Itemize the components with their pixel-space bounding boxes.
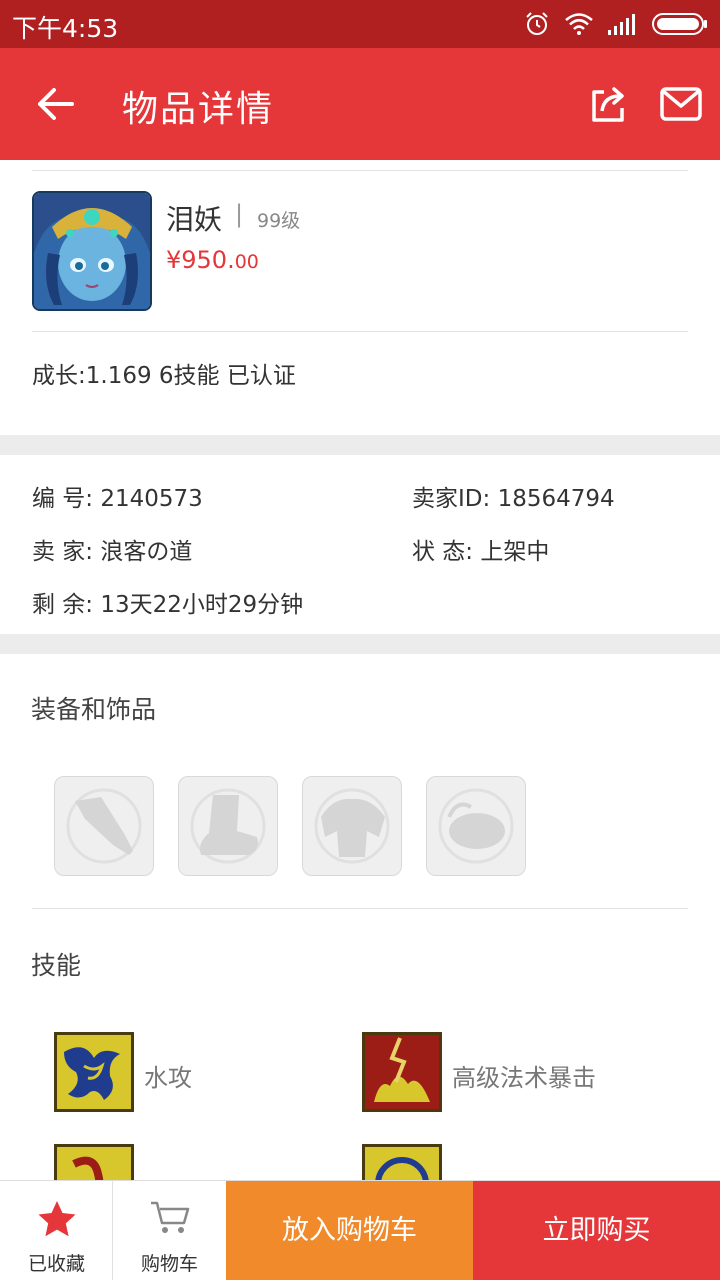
share-icon[interactable] <box>588 84 628 124</box>
price-decimal: 00 <box>234 251 259 273</box>
accessory-slot[interactable] <box>426 776 526 876</box>
boots-slot-icon <box>190 788 266 864</box>
skills-title: 技能 <box>31 951 82 980</box>
water-attack-skill-icon[interactable] <box>54 1032 134 1112</box>
detail-seller: 卖 家: 浪客の道 <box>32 532 192 566</box>
cart-icon <box>151 1201 190 1233</box>
detail-remaining: 剩 余: 13天22小时29分钟 <box>32 585 303 619</box>
detail-status: 状 态: 上架中 <box>412 532 549 566</box>
buy-now-button[interactable]: 立即购买 <box>473 1181 720 1280</box>
battery-icon <box>652 13 707 35</box>
status-bar: 下午4:53 <box>0 0 720 48</box>
back-arrow-icon[interactable] <box>36 86 76 122</box>
growth-line: 成长:1.169 6技能 已认证 <box>32 363 296 389</box>
accessory-slot-icon <box>438 788 514 864</box>
weapon-slot-icon <box>66 788 142 864</box>
price: ¥950.00 <box>166 246 259 274</box>
bottom-action-bar: 已收藏 购物车 放入购物车 立即购买 <box>0 1180 720 1280</box>
pet-level: 99级 <box>257 210 301 232</box>
skill-label: 水攻 <box>144 1064 192 1092</box>
pet-avatar <box>32 191 152 311</box>
detail-seller-id-value: 18564794 <box>497 486 615 512</box>
detail-remaining-value: 13天22小时29分钟 <box>100 592 304 618</box>
detail-status-value: 上架中 <box>480 539 550 565</box>
detail-remaining-label: 剩 余: <box>32 592 101 618</box>
favorite-button[interactable]: 已收藏 <box>0 1181 113 1280</box>
detail-status-label: 状 态: <box>412 539 481 565</box>
section-gap <box>0 435 720 455</box>
divider <box>32 331 688 332</box>
divider <box>32 908 688 909</box>
skill-label: 高级法术暴击 <box>452 1064 596 1092</box>
detail-number-value: 2140573 <box>100 486 203 512</box>
add-to-cart-button[interactable]: 放入购物车 <box>226 1181 473 1280</box>
armor-slot[interactable] <box>302 776 402 876</box>
cart-button[interactable]: 购物车 <box>113 1181 226 1280</box>
status-icons <box>524 10 708 38</box>
detail-seller-id: 卖家ID: 18564794 <box>412 479 615 513</box>
detail-seller-label: 卖 家: <box>32 539 101 565</box>
cart-label: 购物车 <box>140 1253 198 1275</box>
alarm-icon <box>526 12 548 35</box>
wifi-icon <box>565 13 593 35</box>
page-title: 物品详情 <box>122 89 275 130</box>
favorite-label: 已收藏 <box>27 1253 85 1275</box>
pet-name: 泪妖 <box>166 203 223 236</box>
equipment-title: 装备和饰品 <box>31 695 157 724</box>
star-icon <box>38 1201 76 1237</box>
detail-seller-value: 浪客の道 <box>100 539 193 565</box>
status-time: 下午4:53 <box>12 14 119 43</box>
detail-number-label: 编 号: <box>32 486 101 512</box>
armor-slot-icon <box>314 788 390 864</box>
name-separator: | <box>235 200 244 228</box>
signal-icon <box>608 14 635 35</box>
boots-slot[interactable] <box>178 776 278 876</box>
spell-crit-skill-icon[interactable] <box>362 1032 442 1112</box>
detail-number: 编 号: 2140573 <box>32 479 203 513</box>
price-main: ¥950. <box>166 246 235 274</box>
mail-icon[interactable] <box>660 86 702 122</box>
weapon-slot[interactable] <box>54 776 154 876</box>
detail-seller-id-label: 卖家ID: <box>412 486 498 512</box>
section-gap <box>0 634 720 654</box>
divider <box>32 170 688 171</box>
app-bar: 物品详情 <box>0 48 720 160</box>
